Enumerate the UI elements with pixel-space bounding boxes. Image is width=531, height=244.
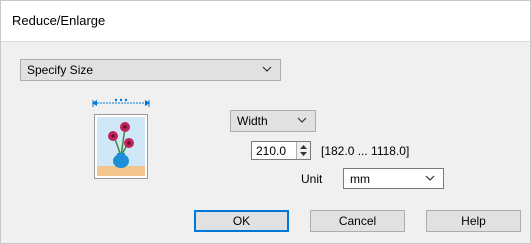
unit-select[interactable]: mm	[343, 168, 444, 189]
ok-button[interactable]: OK	[194, 210, 289, 232]
paper-preview-image	[92, 98, 150, 180]
dimension-select-value: Width	[237, 114, 268, 128]
cancel-button[interactable]: Cancel	[310, 210, 405, 232]
mode-select[interactable]: Specify Size	[20, 59, 281, 81]
size-input[interactable]: 210.0	[256, 144, 286, 158]
flower-vase-icon	[92, 98, 150, 179]
up-down-arrow-icon	[300, 145, 307, 156]
chevron-down-icon	[425, 175, 435, 181]
chevron-down-icon	[297, 117, 307, 123]
size-stepper[interactable]: 210.0	[251, 141, 311, 160]
reduce-enlarge-dialog: Reduce/Enlarge Specify Size Width 210.0 …	[0, 0, 531, 244]
unit-select-value: mm	[350, 172, 370, 186]
stepper-arrows[interactable]	[296, 142, 310, 159]
mode-select-value: Specify Size	[27, 63, 94, 77]
title-bar: Reduce/Enlarge	[1, 1, 530, 42]
help-button[interactable]: Help	[426, 210, 521, 232]
dimension-select[interactable]: Width	[230, 110, 316, 132]
unit-label: Unit	[301, 172, 323, 186]
chevron-down-icon	[262, 66, 272, 72]
dialog-title: Reduce/Enlarge	[12, 13, 106, 28]
size-range-text: [182.0 ... 1118.0]	[321, 144, 410, 158]
